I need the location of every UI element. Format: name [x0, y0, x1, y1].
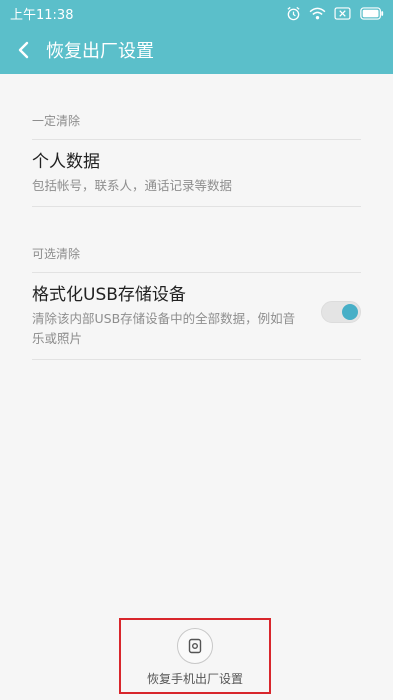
- toggle-knob: [342, 304, 358, 320]
- alarm-icon: [287, 6, 300, 20]
- back-button[interactable]: [4, 26, 44, 74]
- app-bar: 恢复出厂设置: [0, 26, 393, 74]
- section-required: 一定清除 个人数据 包括帐号，联系人，通话记录等数据: [0, 74, 393, 207]
- battery-icon: [360, 6, 384, 20]
- reset-phone-label: 恢复手机出厂设置: [146, 672, 243, 686]
- reset-phone-button[interactable]: 恢复手机出厂设置: [119, 618, 271, 694]
- status-time: 上午11:38: [10, 7, 74, 23]
- reset-phone-icon: [177, 628, 213, 664]
- format-usb-subtitle: 清除该内部USB存储设备中的全部数据，例如音乐或照片: [32, 311, 296, 346]
- settings-content: 一定清除 个人数据 包括帐号，联系人，通话记录等数据 可选清除 格式化USB存储…: [0, 74, 393, 360]
- page-title: 恢复出厂设置: [46, 41, 154, 62]
- section-label-required: 一定清除: [32, 114, 81, 128]
- section-label-optional: 可选清除: [32, 247, 81, 261]
- sim-off-icon: [334, 6, 351, 20]
- chevron-left-icon: [18, 41, 29, 59]
- wifi-icon: [309, 7, 326, 19]
- status-bar: 上午11:38: [0, 0, 393, 26]
- format-usb-toggle[interactable]: [321, 301, 361, 323]
- format-usb-title: 格式化USB存储设备: [32, 285, 186, 305]
- personal-data-title: 个人数据: [32, 152, 100, 172]
- personal-data-subtitle: 包括帐号，联系人，通话记录等数据: [32, 178, 233, 193]
- status-icons: [286, 6, 385, 21]
- personal-data-item[interactable]: 个人数据 包括帐号，联系人，通话记录等数据: [0, 140, 393, 206]
- divider: [32, 359, 361, 360]
- format-usb-item[interactable]: 格式化USB存储设备 清除该内部USB存储设备中的全部数据，例如音乐或照片: [0, 273, 393, 359]
- section-optional: 可选清除 格式化USB存储设备 清除该内部USB存储设备中的全部数据，例如音乐或…: [0, 207, 393, 360]
